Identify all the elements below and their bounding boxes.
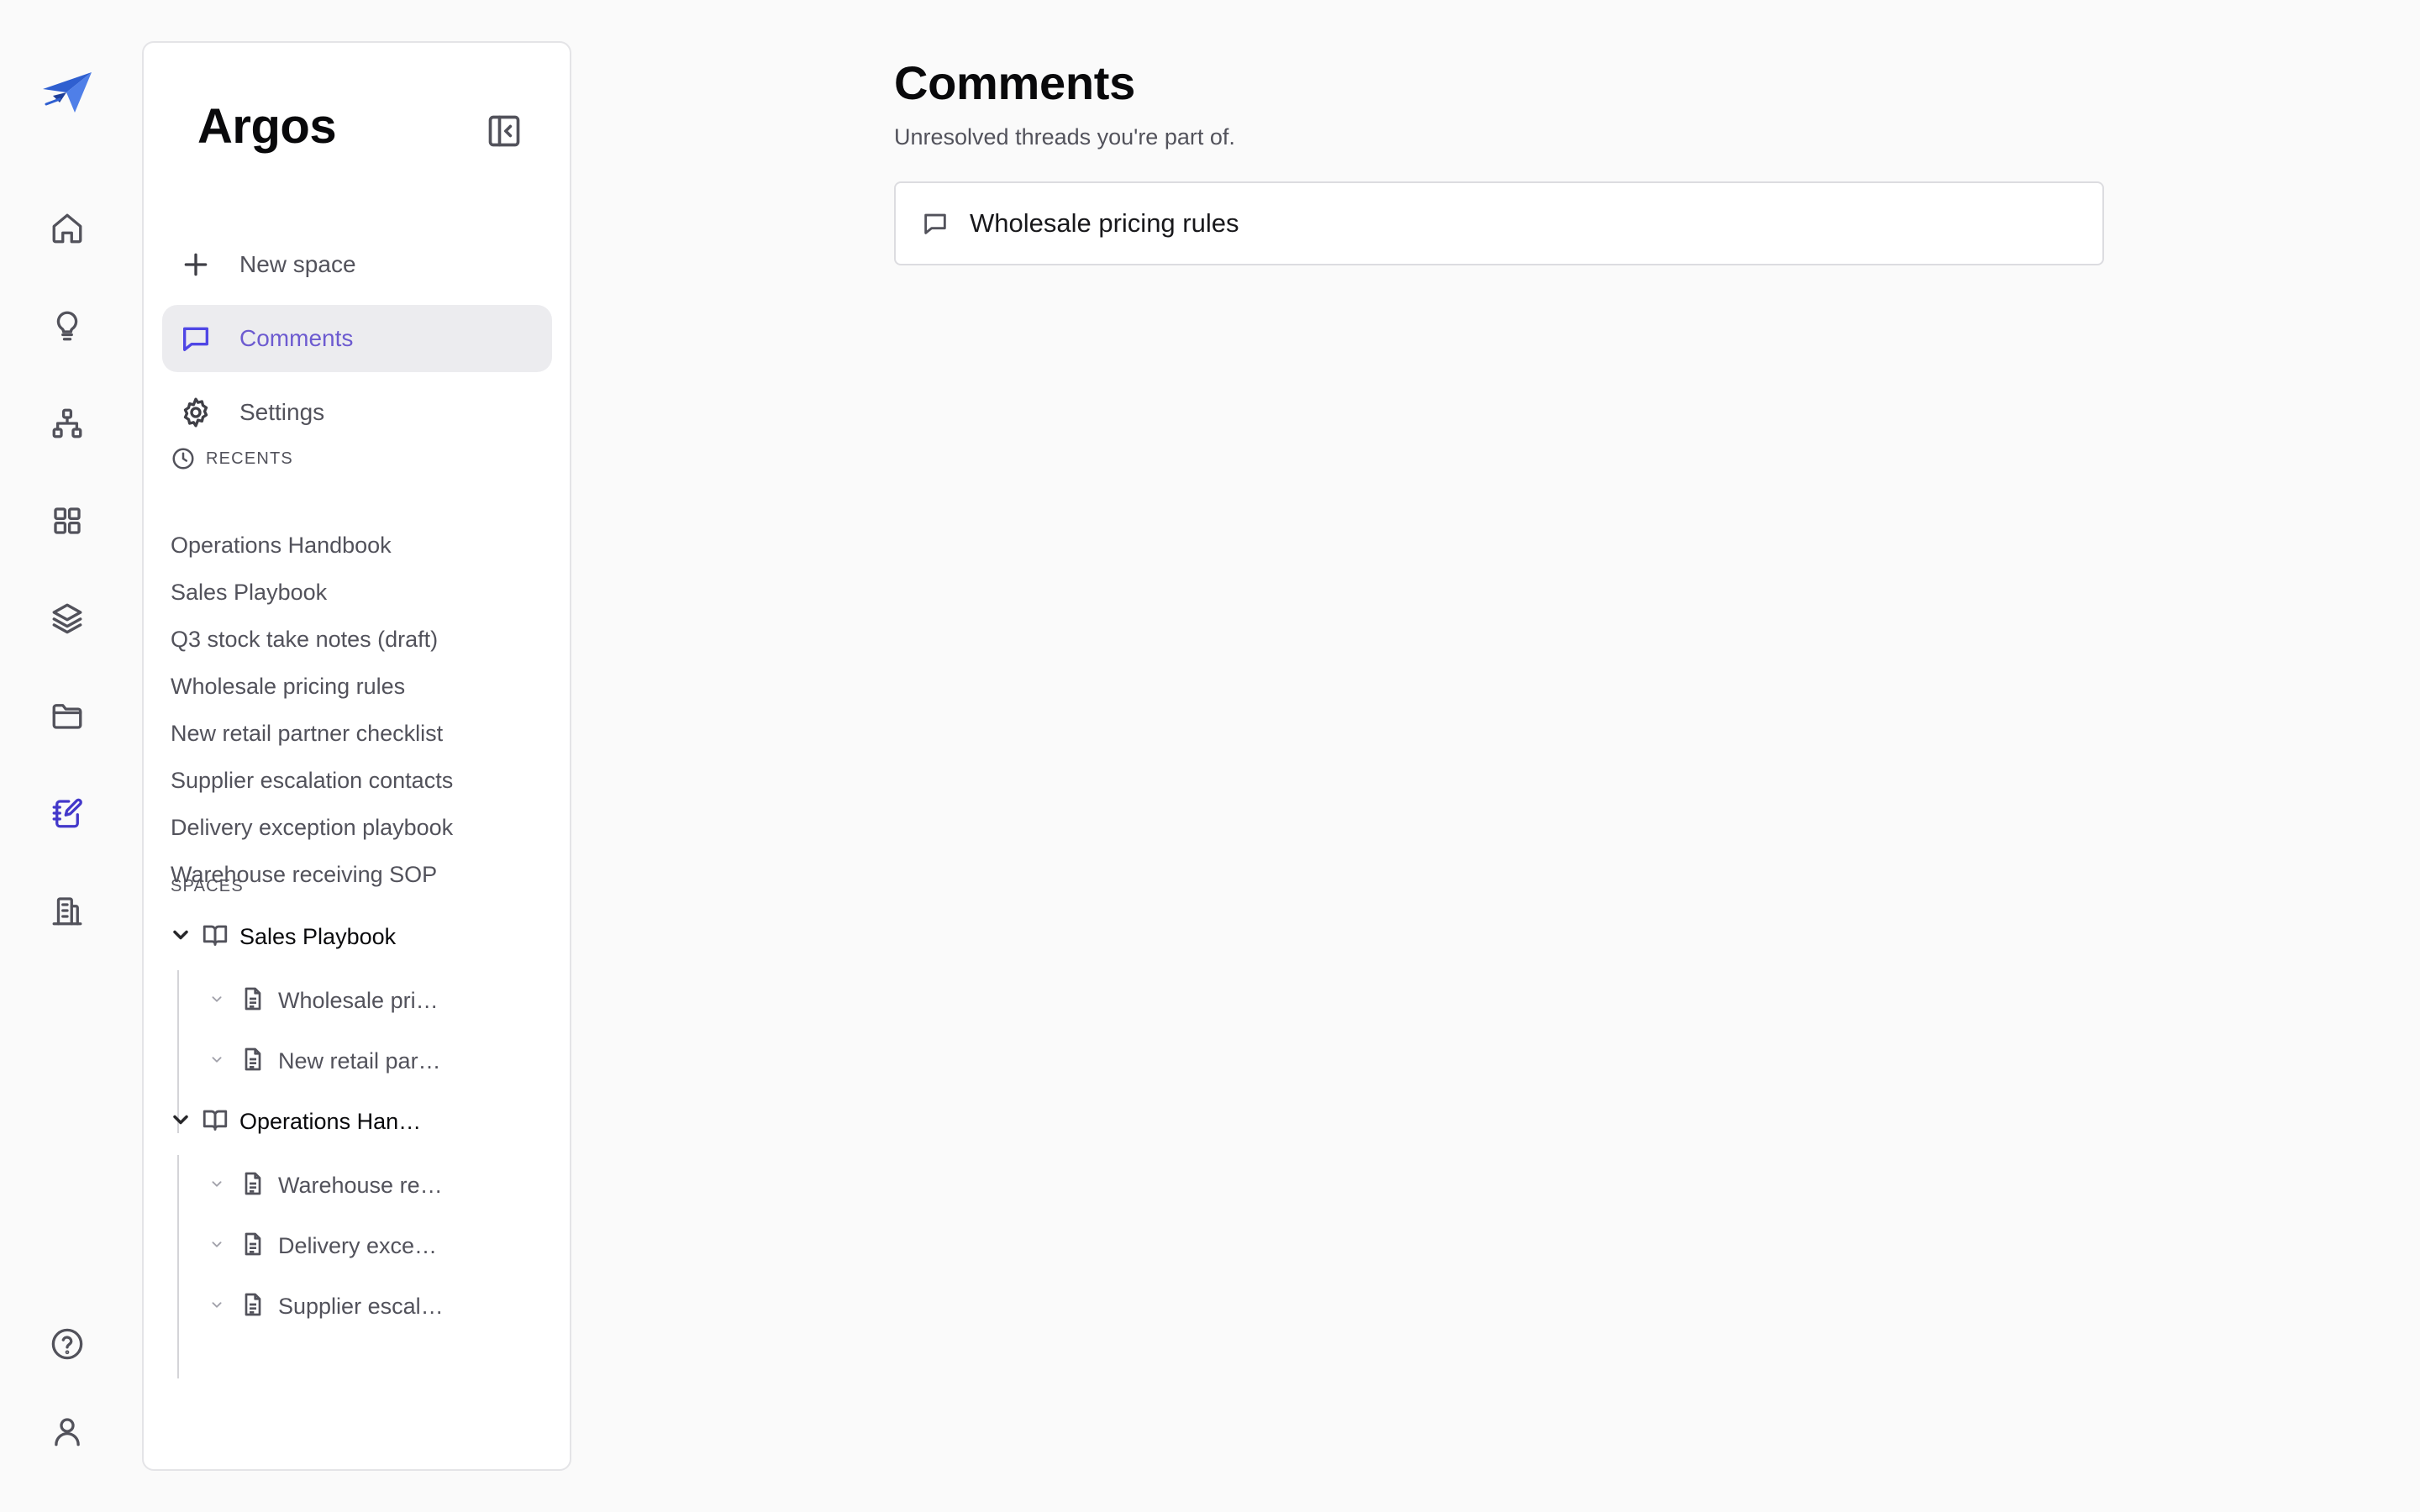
chevron-down-icon[interactable] [169,1108,192,1131]
thread-title: Wholesale pricing rules [970,208,1239,238]
file-text-icon [245,1047,261,1070]
tree-space-operations-handbook[interactable]: Operations Han… [169,1096,421,1147]
help-circle-icon[interactable] [34,1310,101,1378]
tree-page-item[interactable]: New retail par… [208,1036,441,1086]
gear-icon [183,397,208,428]
grid-icon[interactable] [34,487,101,554]
lightbulb-icon[interactable] [34,292,101,360]
tree-page-item[interactable]: Wholesale pri… [208,975,439,1026]
recent-item[interactable]: Wholesale pricing rules [171,663,453,710]
layers-icon[interactable] [34,585,101,652]
new-space-button[interactable]: New space [162,231,552,298]
recent-item[interactable]: Operations Handbook [171,522,453,569]
nav-label: Comments [239,325,354,351]
recent-item[interactable]: Supplier escalation contacts [171,757,453,804]
plus-icon [184,253,208,276]
chevron-down-icon[interactable] [208,1235,226,1253]
tree-page-item[interactable]: Supplier escal… [208,1281,444,1331]
tree-page-item[interactable]: Warehouse re… [208,1160,443,1210]
tree-page-item[interactable]: Delivery exce… [208,1221,437,1271]
comment-thread-card[interactable]: Wholesale pricing rules [894,181,2104,265]
recents-heading: RECENTS [171,446,293,471]
chevron-down-icon[interactable] [208,1050,226,1068]
icon-rail [0,0,134,1512]
page-label: Delivery exce… [278,1232,438,1258]
page-title: Comments [894,56,1135,109]
sitemap-icon[interactable] [34,390,101,457]
message-square-icon [183,327,208,351]
user-icon[interactable] [34,1398,101,1465]
home-icon[interactable] [34,195,101,262]
nav-label: New space [239,251,356,277]
page-subtitle: Unresolved threads you're part of. [894,124,1235,150]
chevron-down-icon[interactable] [208,1174,226,1193]
file-text-icon [245,987,261,1010]
space-label: Operations Han… [239,1108,422,1134]
nav-item-settings[interactable]: Settings [162,379,552,446]
chevron-down-icon[interactable] [208,990,226,1008]
recents-list: Operations Handbook Sales Playbook Q3 st… [171,522,453,898]
nav-item-comments[interactable]: Comments [162,305,552,372]
workspace-title: Argos [197,99,337,154]
folder-icon[interactable] [34,682,101,749]
clock-icon [172,448,194,470]
tree-space-sales-playbook[interactable]: Sales Playbook [169,911,396,962]
panel-collapse-icon[interactable] [476,103,532,159]
page-label: Supplier escal… [278,1293,444,1319]
recent-item[interactable]: Sales Playbook [171,569,453,616]
chevron-down-icon[interactable] [208,1295,226,1314]
building-icon[interactable] [34,877,101,944]
recent-item[interactable]: New retail partner checklist [171,710,453,757]
spaces-heading: SPACES [171,877,244,895]
sidebar-panel: Argos New space Comments Settings RECENT… [142,41,571,1471]
file-text-icon [245,1172,261,1194]
page-label: Warehouse re… [278,1172,443,1198]
page-label: New retail par… [278,1047,441,1074]
recent-item[interactable]: Delivery exception playbook [171,804,453,851]
recent-item[interactable]: Q3 stock take notes (draft) [171,616,453,663]
file-text-icon [245,1293,261,1315]
tree-guide-line [177,1155,179,1378]
message-square-icon [924,213,946,234]
page-label: Wholesale pri… [278,987,439,1013]
book-open-icon [203,925,228,946]
book-open-icon [203,1110,228,1131]
chevron-down-icon[interactable] [169,923,192,947]
app-root: Argos New space Comments Settings RECENT… [0,0,2420,1512]
file-text-icon [245,1232,261,1255]
notebook-edit-icon[interactable] [34,780,101,847]
nav-label: Settings [239,399,325,425]
paper-plane-logo-icon[interactable] [34,59,101,126]
space-label: Sales Playbook [239,923,397,949]
